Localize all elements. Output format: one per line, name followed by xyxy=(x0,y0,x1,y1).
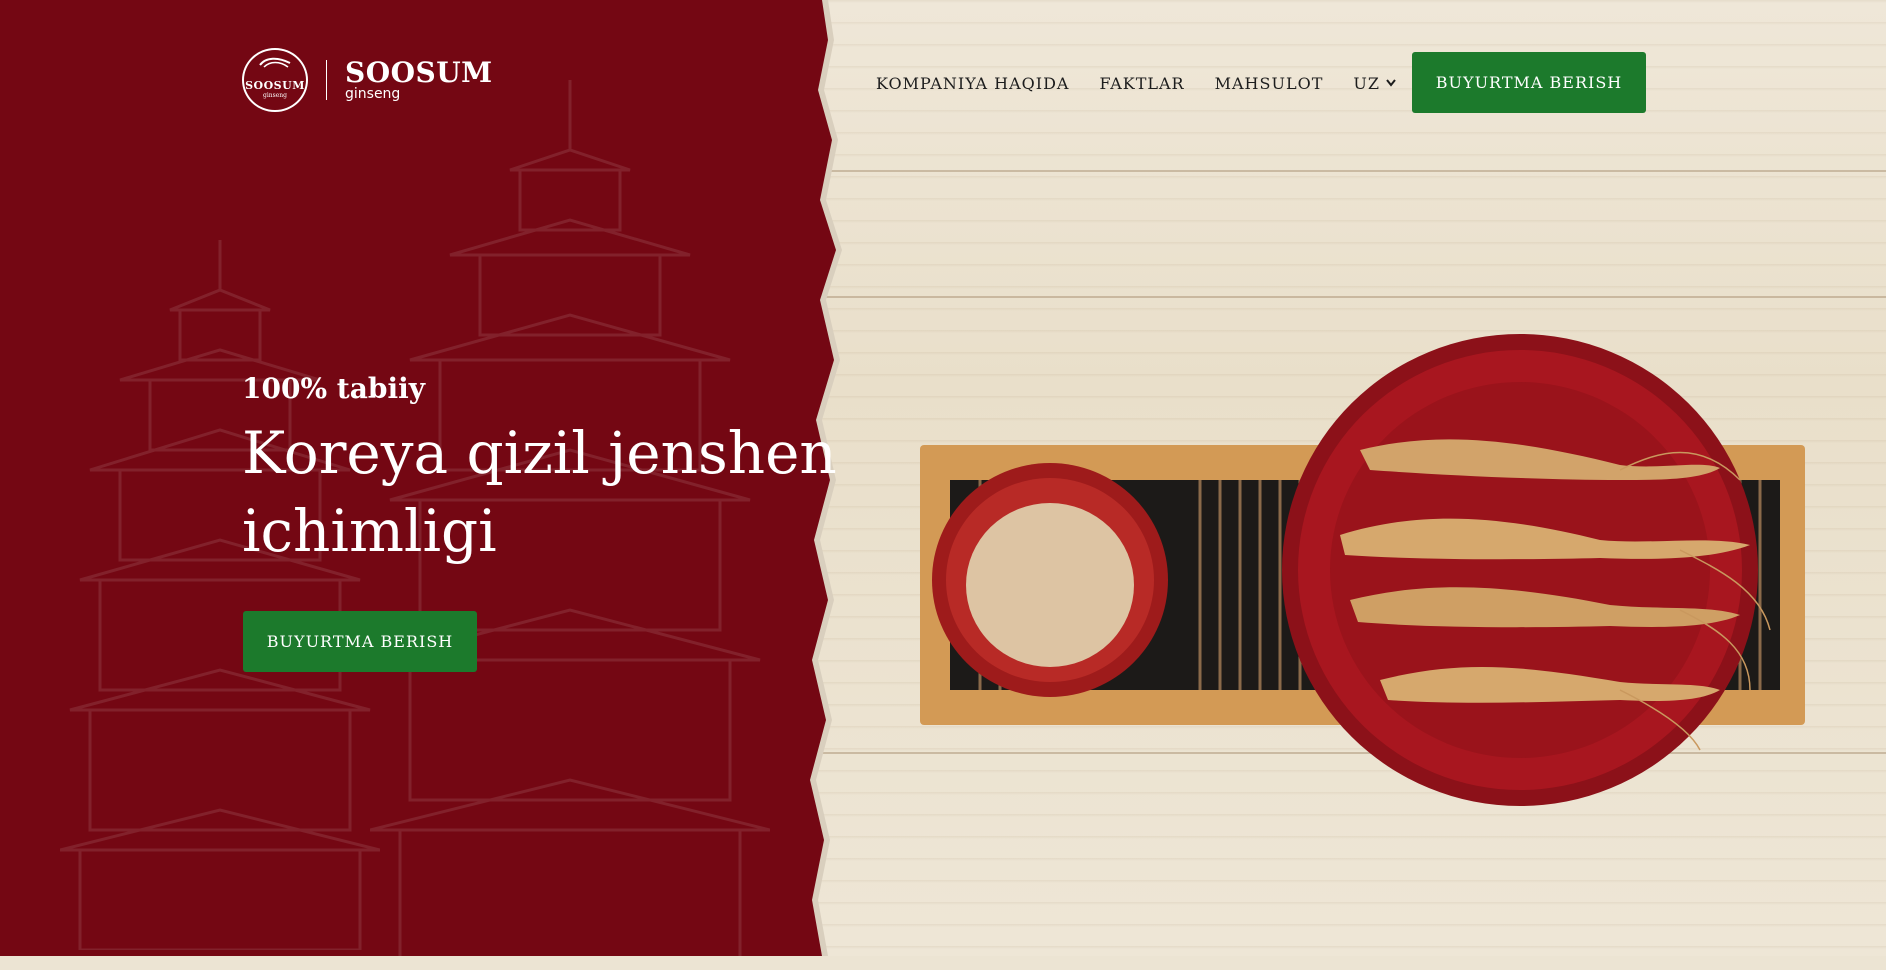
language-label: UZ xyxy=(1353,73,1380,93)
logo-mark-name: SOOSUM xyxy=(245,79,305,92)
nav-item-product[interactable]: MAHSULOT xyxy=(1215,74,1324,93)
language-dropdown[interactable]: UZ xyxy=(1353,74,1396,93)
ginseng-product-image xyxy=(920,334,1805,806)
order-button-header[interactable]: BUYURTMA BERISH xyxy=(1412,52,1646,113)
ginseng-root-icon xyxy=(259,57,291,68)
ginseng-powder xyxy=(966,503,1134,667)
wood-plank-line xyxy=(820,170,1886,172)
brand-name: SOOSUM xyxy=(345,56,493,89)
pagoda-illustration xyxy=(60,240,380,950)
nav-item-facts[interactable]: FAKTLAR xyxy=(1099,74,1184,93)
order-button-hero[interactable]: BUYURTMA BERISH xyxy=(243,611,477,672)
ginseng-root-logo-icon: SOOSUM ginseng xyxy=(242,48,308,112)
main-nav: KOMPANIYA HAQIDA FAKTLAR MAHSULOT UZ xyxy=(876,52,1426,114)
chevron-down-icon xyxy=(1386,79,1396,87)
nav-item-label: MAHSULOT xyxy=(1214,73,1324,93)
wood-plank-line xyxy=(820,296,1886,298)
hero-eyebrow: 100% tabiiy xyxy=(242,372,425,405)
brand-logo[interactable]: SOOSUM ginseng SOOSUM ginseng xyxy=(242,48,493,112)
logo-mark-sub: ginseng xyxy=(263,92,287,99)
nav-item-label: FAKTLAR xyxy=(1099,73,1185,93)
brand-tagline: ginseng xyxy=(345,86,401,102)
nav-item-company[interactable]: KOMPANIYA HAQIDA xyxy=(876,74,1069,93)
logo-wordmark: SOOSUM ginseng xyxy=(345,56,493,102)
hero-title: Koreya qizil jenshen ichimligi xyxy=(242,419,837,565)
logo-divider xyxy=(326,60,327,100)
nav-item-label: KOMPANIYA HAQIDA xyxy=(876,73,1070,93)
